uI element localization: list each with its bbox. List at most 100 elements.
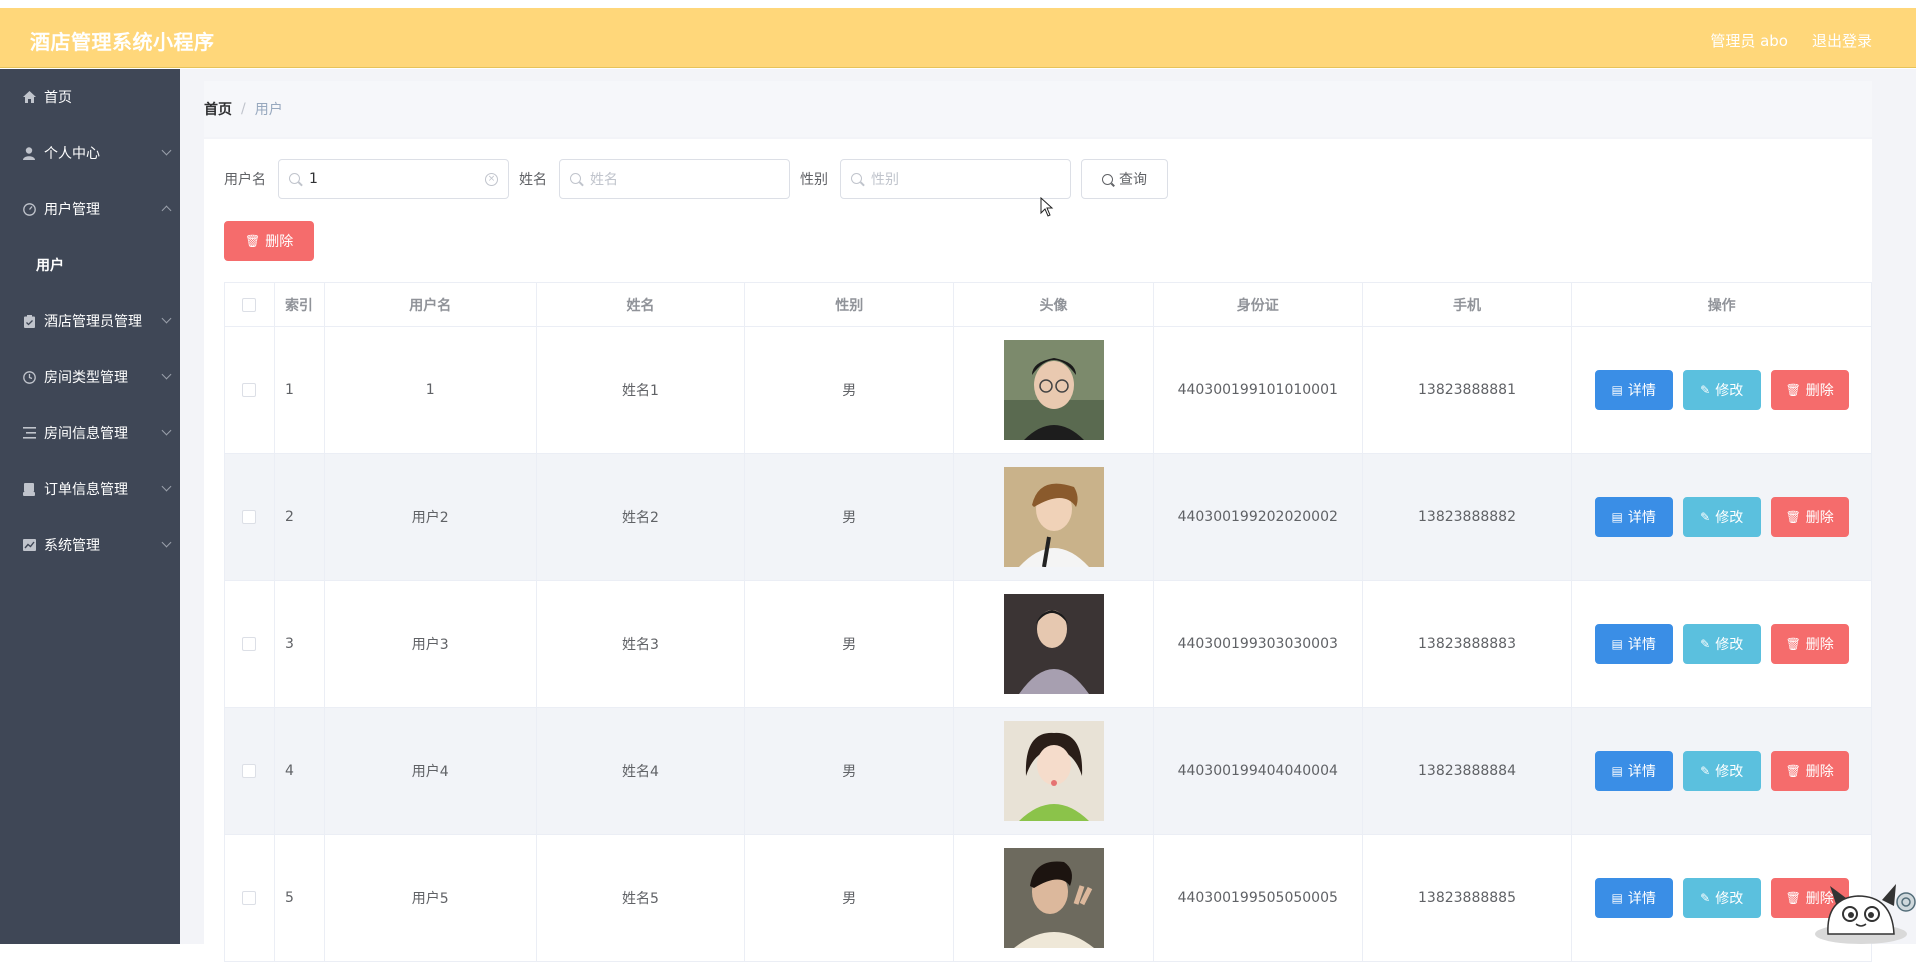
edit-button[interactable]: ✎修改 bbox=[1683, 497, 1761, 537]
avatar[interactable] bbox=[1004, 721, 1104, 821]
sidebar-item-label: 系统管理 bbox=[44, 535, 100, 555]
edit-button[interactable]: ✎修改 bbox=[1683, 624, 1761, 664]
cell-avatar bbox=[954, 708, 1154, 834]
search-icon bbox=[570, 173, 581, 184]
header-index: 索引 bbox=[275, 283, 325, 326]
gender-label: 性别 bbox=[800, 169, 828, 189]
sidebar-item-room-type[interactable]: 房间类型管理 bbox=[0, 349, 180, 405]
name-label: 姓名 bbox=[519, 169, 547, 189]
breadcrumb-home[interactable]: 首页 bbox=[204, 99, 232, 119]
cell-username: 用户5 bbox=[325, 835, 537, 961]
cell-name: 姓名3 bbox=[537, 581, 746, 707]
breadcrumb-current: 用户 bbox=[255, 99, 283, 119]
edit-button[interactable]: ✎修改 bbox=[1683, 878, 1761, 918]
cell-phone: 13823888882 bbox=[1363, 454, 1573, 580]
sidebar-item-label: 用户管理 bbox=[44, 199, 100, 219]
pencil-icon: ✎ bbox=[1700, 765, 1710, 777]
document-icon: ▤ bbox=[1612, 892, 1623, 904]
sidebar-item-system[interactable]: 系统管理 bbox=[0, 517, 180, 573]
search-icon bbox=[1102, 174, 1113, 185]
detail-button[interactable]: ▤详情 bbox=[1595, 751, 1673, 791]
delete-button[interactable]: 🗑删除 bbox=[1771, 497, 1849, 537]
table-header: 索引 用户名 姓名 性别 头像 身份证 手机 操作 bbox=[225, 283, 1871, 327]
name-input[interactable]: 姓名 bbox=[559, 159, 790, 199]
select-all-checkbox[interactable] bbox=[242, 298, 256, 312]
avatar[interactable] bbox=[1004, 848, 1104, 948]
delete-button-label: 删除 bbox=[1806, 380, 1834, 400]
clear-icon[interactable]: × bbox=[485, 173, 498, 186]
username-input[interactable]: 1 × bbox=[278, 159, 509, 199]
sidebar-item-hotel-admin[interactable]: 酒店管理员管理 bbox=[0, 293, 180, 349]
cell-gender: 男 bbox=[745, 708, 954, 834]
delete-button[interactable]: 🗑删除 bbox=[1771, 624, 1849, 664]
avatar[interactable] bbox=[1004, 340, 1104, 440]
sidebar-item-label: 酒店管理员管理 bbox=[44, 311, 142, 331]
cell-index: 1 bbox=[275, 327, 325, 453]
avatar[interactable] bbox=[1004, 467, 1104, 567]
cell-avatar bbox=[954, 327, 1154, 453]
chart-icon bbox=[22, 538, 36, 552]
detail-button-label: 详情 bbox=[1628, 634, 1656, 654]
users-table: 索引 用户名 姓名 性别 头像 身份证 手机 操作 1 1 姓名1 男 bbox=[224, 282, 1872, 962]
detail-button[interactable]: ▤详情 bbox=[1595, 878, 1673, 918]
pencil-icon: ✎ bbox=[1700, 892, 1710, 904]
cell-index: 3 bbox=[275, 581, 325, 707]
delete-button[interactable]: 🗑删除 bbox=[1771, 370, 1849, 410]
cell-id-card: 440300199505050005 bbox=[1154, 835, 1363, 961]
delete-button[interactable]: 🗑删除 bbox=[1771, 751, 1849, 791]
cell-phone: 13823888884 bbox=[1363, 708, 1573, 834]
sidebar-subitem-users[interactable]: 用户 bbox=[0, 237, 180, 293]
cell-avatar bbox=[954, 454, 1154, 580]
chevron-down-icon bbox=[162, 146, 172, 156]
gauge-icon bbox=[22, 202, 36, 216]
detail-button-label: 详情 bbox=[1628, 761, 1656, 781]
sidebar-item-label: 首页 bbox=[44, 87, 72, 107]
clock-icon bbox=[22, 370, 36, 384]
chevron-down-icon bbox=[162, 538, 172, 548]
cell-phone: 13823888881 bbox=[1363, 327, 1573, 453]
sidebar-item-user-management[interactable]: 用户管理 bbox=[0, 181, 180, 237]
sidebar-item-label: 订单信息管理 bbox=[44, 479, 128, 499]
cell-username: 用户2 bbox=[325, 454, 537, 580]
sidebar-item-room-info[interactable]: 房间信息管理 bbox=[0, 405, 180, 461]
search-form: 用户名 1 × 姓名 姓名 性别 性别 查询 bbox=[224, 159, 1168, 199]
pencil-icon: ✎ bbox=[1700, 638, 1710, 650]
row-checkbox-cell bbox=[225, 454, 275, 580]
header-username: 用户名 bbox=[325, 283, 537, 326]
row-checkbox[interactable] bbox=[242, 637, 256, 651]
sidebar-item-order-info[interactable]: 订单信息管理 bbox=[0, 461, 180, 517]
edit-button[interactable]: ✎修改 bbox=[1683, 370, 1761, 410]
detail-button[interactable]: ▤详情 bbox=[1595, 624, 1673, 664]
edit-button[interactable]: ✎ 修改 bbox=[1683, 751, 1761, 791]
query-button[interactable]: 查询 bbox=[1081, 159, 1168, 199]
cell-username: 用户4 bbox=[325, 708, 537, 834]
cell-index: 4 bbox=[275, 708, 325, 834]
cell-gender: 男 bbox=[745, 454, 954, 580]
row-checkbox[interactable] bbox=[242, 510, 256, 524]
cell-phone: 13823888885 bbox=[1363, 835, 1573, 961]
gender-input-placeholder: 性别 bbox=[871, 169, 899, 189]
row-checkbox[interactable] bbox=[242, 383, 256, 397]
row-checkbox[interactable] bbox=[242, 764, 256, 778]
current-user-label[interactable]: 管理员 abo bbox=[1710, 30, 1788, 51]
batch-delete-button[interactable]: 🗑 删除 bbox=[224, 221, 314, 261]
edit-button-label: 修改 bbox=[1715, 761, 1743, 781]
detail-button[interactable]: ▤详情 bbox=[1595, 370, 1673, 410]
detail-button-label: 详情 bbox=[1628, 507, 1656, 527]
gender-input[interactable]: 性别 bbox=[840, 159, 1071, 199]
table-row: 2 用户2 姓名2 男 440300199202020002 138238888… bbox=[225, 454, 1871, 581]
detail-button[interactable]: ▤ 详情 bbox=[1595, 497, 1673, 537]
row-checkbox[interactable] bbox=[242, 891, 256, 905]
chevron-down-icon bbox=[162, 482, 172, 492]
row-checkbox-cell bbox=[225, 835, 275, 961]
user-icon bbox=[22, 146, 36, 160]
avatar[interactable] bbox=[1004, 594, 1104, 694]
sidebar-item-profile[interactable]: 个人中心 bbox=[0, 125, 180, 181]
search-icon bbox=[851, 173, 862, 184]
sidebar-item-home[interactable]: 首页 bbox=[0, 69, 180, 125]
logout-link[interactable]: 退出登录 bbox=[1812, 30, 1872, 51]
app-title: 酒店管理系统小程序 bbox=[30, 26, 215, 55]
document-icon: ▤ bbox=[1612, 511, 1623, 523]
cell-id-card: 440300199404040004 bbox=[1154, 708, 1363, 834]
chevron-down-icon bbox=[162, 426, 172, 436]
